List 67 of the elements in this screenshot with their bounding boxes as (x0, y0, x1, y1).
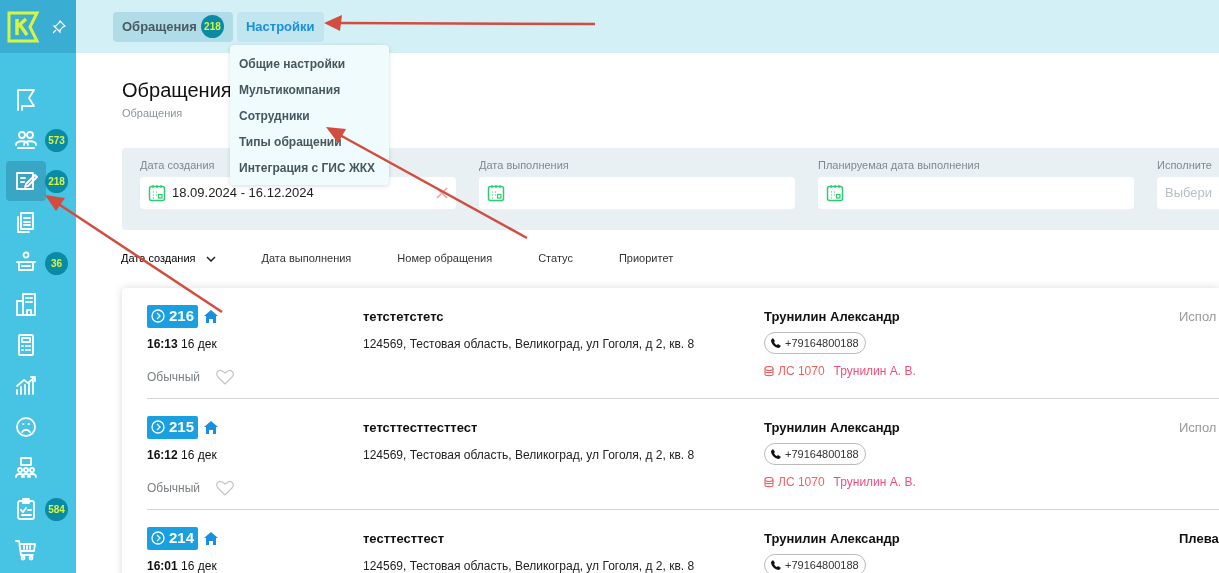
client-name: Трунилин Александр (764, 418, 900, 437)
calendar-icon (826, 183, 844, 202)
sort-option[interactable]: Приоритет (618, 250, 674, 267)
home-icon (204, 309, 219, 323)
count-badge: 584 (45, 498, 68, 521)
flag-icon (14, 87, 38, 111)
request-datetime: 16:01 16 дек (147, 557, 218, 573)
request-datetime: 16:13 16 дек (147, 335, 218, 353)
assignee: Плева (1179, 529, 1219, 548)
team-chat-icon (14, 456, 38, 480)
assignee: Испол (1179, 418, 1217, 437)
building-icon (14, 292, 38, 316)
phone-icon (771, 338, 781, 348)
client-name: Трунилин Александр (764, 307, 900, 326)
page-title: Обращения (122, 78, 232, 103)
request-address: 124569, Тестовая область, Великоград, ул Гоголя, д 2, кв. 8 (363, 558, 696, 573)
count-badge: 36 (45, 252, 68, 275)
menu-item[interactable]: Типы обращений (230, 129, 389, 155)
sidebar-item[interactable] (6, 161, 46, 201)
phone-icon (771, 560, 781, 570)
menu-item[interactable]: Мультикомпания (230, 77, 389, 103)
menu-item[interactable]: Сотрудники (230, 103, 389, 129)
pin-icon[interactable] (52, 19, 66, 34)
client-name: Трунилин Александр (764, 529, 900, 548)
count-badge: 573 (45, 129, 68, 152)
home-icon (204, 420, 219, 434)
sort-option[interactable]: Статус (538, 250, 573, 267)
shopping-cart-icon (14, 538, 38, 562)
request-datetime: 16:12 16 дек (147, 446, 218, 464)
request-title: тетстетстетс (363, 307, 445, 326)
request-title: тетсттесттесттест (363, 418, 479, 437)
coins-icon (764, 476, 774, 488)
people-group-icon (14, 128, 38, 152)
sad-face-icon (14, 415, 38, 439)
coins-icon (764, 365, 774, 377)
calendar-icon (487, 183, 505, 202)
phone-icon (771, 449, 781, 459)
priority-label: Обычный (147, 368, 201, 386)
chevron-circle-icon (151, 531, 165, 545)
menu-item[interactable]: Общие настройки (230, 51, 389, 77)
request-address: 124569, Тестовая область, Великоград, ул Гоголя, д 2, кв. 8 (363, 447, 696, 464)
chevron-circle-icon (151, 309, 165, 323)
logo-icon (6, 9, 40, 44)
home-icon (204, 531, 219, 545)
request-address: 124569, Тестовая область, Великоград, ул Гоголя, д 2, кв. 8 (363, 336, 696, 353)
priority-label: Обычный (147, 479, 201, 497)
filter-label: Дата выполнения (479, 157, 569, 173)
clipboard-check-icon (14, 497, 38, 521)
count-badge: 218 (45, 170, 68, 193)
filter-label: Планируемая дата выполнения (818, 157, 980, 173)
growth-chart-icon (14, 374, 38, 398)
sort-option[interactable]: Номер обращения (397, 250, 493, 267)
heart-icon[interactable] (216, 479, 235, 496)
date-field[interactable] (818, 176, 1134, 209)
nav-tab[interactable]: Обращения 218 (113, 11, 233, 42)
filter-label: Исполните (1157, 157, 1212, 173)
calendar-icon (148, 183, 166, 202)
chevron-down-icon (205, 255, 216, 262)
sort-option[interactable]: Дата выполнения (261, 250, 352, 267)
filter-label: Дата создания (140, 157, 215, 173)
edit-note-icon (14, 169, 38, 193)
date-field[interactable] (479, 176, 795, 209)
assignee: Испол (1179, 307, 1217, 326)
clear-icon[interactable] (436, 186, 448, 199)
chevron-circle-icon (151, 420, 165, 434)
heart-icon[interactable] (216, 368, 235, 385)
request-title: тесттесттест (363, 529, 446, 548)
